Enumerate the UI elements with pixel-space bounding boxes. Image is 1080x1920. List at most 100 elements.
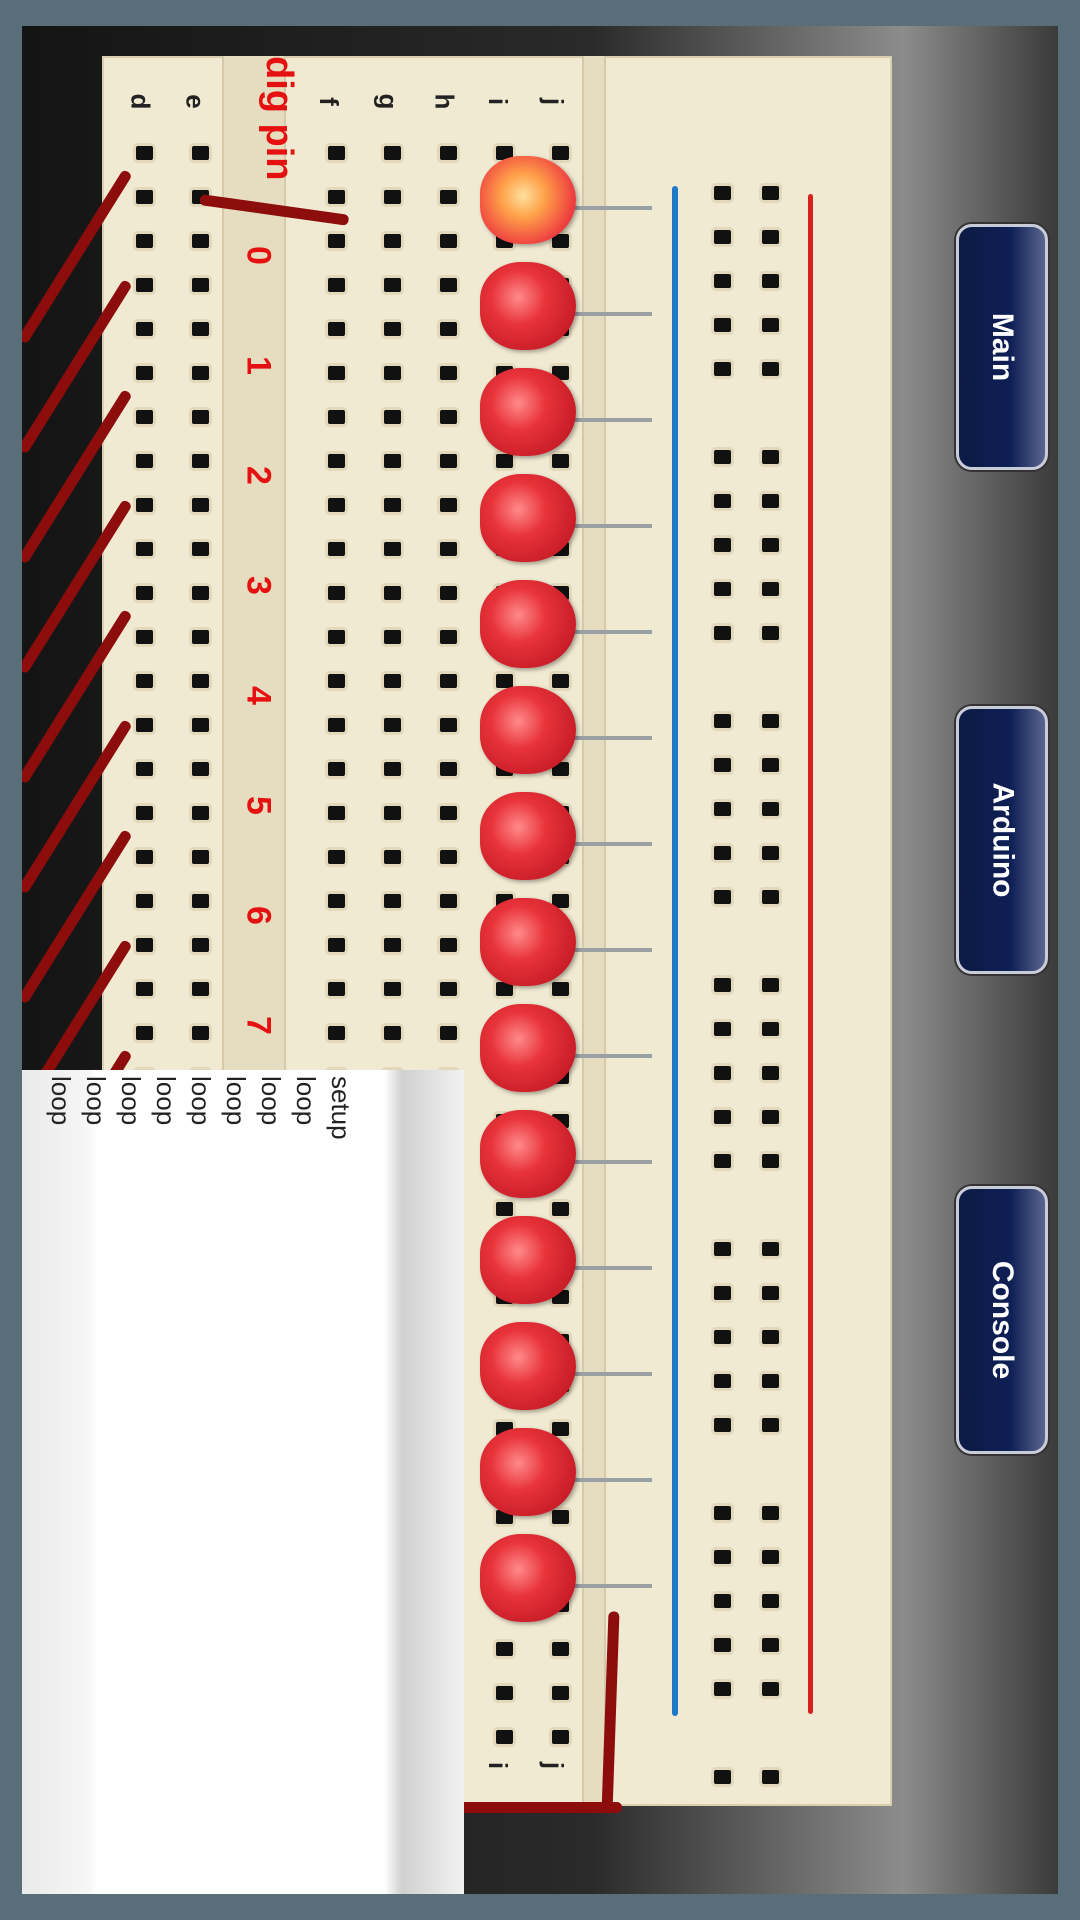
hole <box>192 630 209 644</box>
hole <box>440 410 457 424</box>
hole <box>384 806 401 820</box>
rail-hole <box>714 582 731 596</box>
rail-hole <box>762 1066 779 1080</box>
hole <box>328 938 345 952</box>
hole <box>440 542 457 556</box>
hole <box>552 674 569 688</box>
hole <box>440 190 457 204</box>
pin-number-label: 5 <box>239 796 278 815</box>
rail-hole <box>762 714 779 728</box>
rail-hole <box>714 802 731 816</box>
hole <box>328 630 345 644</box>
hole <box>328 498 345 512</box>
console-line: loop <box>291 1076 321 1126</box>
hole <box>136 498 153 512</box>
rail-hole <box>762 230 779 244</box>
led-5 <box>480 686 576 774</box>
hole <box>192 234 209 248</box>
hole <box>136 190 153 204</box>
led-4 <box>480 580 576 668</box>
rail-hole <box>762 802 779 816</box>
hole <box>496 1686 513 1700</box>
hole <box>496 454 513 468</box>
rail-hole <box>714 1154 731 1168</box>
pin-number-label: 6 <box>239 906 278 925</box>
hole <box>192 1026 209 1040</box>
hole <box>192 718 209 732</box>
main-button[interactable]: Main <box>956 224 1048 470</box>
led-lead <box>572 736 652 740</box>
console-button-label: Console <box>986 1260 1020 1380</box>
led-lead <box>572 630 652 634</box>
hole <box>440 586 457 600</box>
rail-hole <box>762 1022 779 1036</box>
led-3 <box>480 474 576 562</box>
console-button[interactable]: Console <box>956 1186 1048 1454</box>
rail-hole <box>762 538 779 552</box>
hole <box>136 718 153 732</box>
rail-hole <box>762 494 779 508</box>
hole <box>440 894 457 908</box>
led-0 <box>480 156 576 244</box>
rail-hole <box>762 1638 779 1652</box>
rail-hole <box>762 846 779 860</box>
led-7 <box>480 898 576 986</box>
hole <box>440 630 457 644</box>
rail-hole <box>762 1286 779 1300</box>
hole <box>384 234 401 248</box>
led-lead <box>572 206 652 210</box>
hole <box>440 762 457 776</box>
console-line: loop <box>81 1076 111 1126</box>
hole <box>384 498 401 512</box>
rail-hole <box>714 626 731 640</box>
hole <box>328 674 345 688</box>
hole <box>136 1026 153 1040</box>
led-lead <box>572 1372 652 1376</box>
hole <box>440 454 457 468</box>
led-lead <box>572 948 652 952</box>
hole <box>552 454 569 468</box>
console-line: loop <box>46 1076 76 1126</box>
rail-hole <box>714 362 731 376</box>
col-label-d: d <box>125 93 156 110</box>
hole <box>440 674 457 688</box>
hole <box>384 410 401 424</box>
led-lead <box>572 1266 652 1270</box>
hole <box>384 850 401 864</box>
hole <box>328 234 345 248</box>
led-11 <box>480 1322 576 1410</box>
col-label-g: g <box>373 93 404 110</box>
rail-hole <box>714 978 731 992</box>
hole <box>328 850 345 864</box>
led-lead <box>572 1584 652 1588</box>
hole <box>552 1642 569 1656</box>
rail-hole <box>714 1682 731 1696</box>
console-line: loop <box>256 1076 286 1126</box>
main-button-label: Main <box>986 312 1019 382</box>
hole <box>328 542 345 556</box>
console-log: setup loop loop loop loop loop loop loop loop <box>46 1076 356 1196</box>
col-label-j: j <box>539 97 570 106</box>
pin-header-title: dig pin <box>258 56 300 181</box>
col-label-i-bottom: i <box>483 1761 514 1770</box>
led-6 <box>480 792 576 880</box>
hole <box>192 410 209 424</box>
hole <box>328 982 345 996</box>
rail-hole <box>714 758 731 772</box>
hole <box>384 146 401 160</box>
pin-number-label: 0 <box>239 246 278 265</box>
hole <box>192 366 209 380</box>
rail-hole <box>762 1374 779 1388</box>
arduino-button[interactable]: Arduino <box>956 706 1048 974</box>
hole <box>440 322 457 336</box>
rail-hole <box>714 230 731 244</box>
console-panel[interactable]: setup loop loop loop loop loop loop loop loop <box>22 1070 464 1894</box>
hole <box>328 322 345 336</box>
hole <box>384 718 401 732</box>
hole <box>192 806 209 820</box>
hole <box>328 454 345 468</box>
hole <box>192 762 209 776</box>
hole <box>384 322 401 336</box>
hole <box>440 146 457 160</box>
rail-hole <box>762 1418 779 1432</box>
